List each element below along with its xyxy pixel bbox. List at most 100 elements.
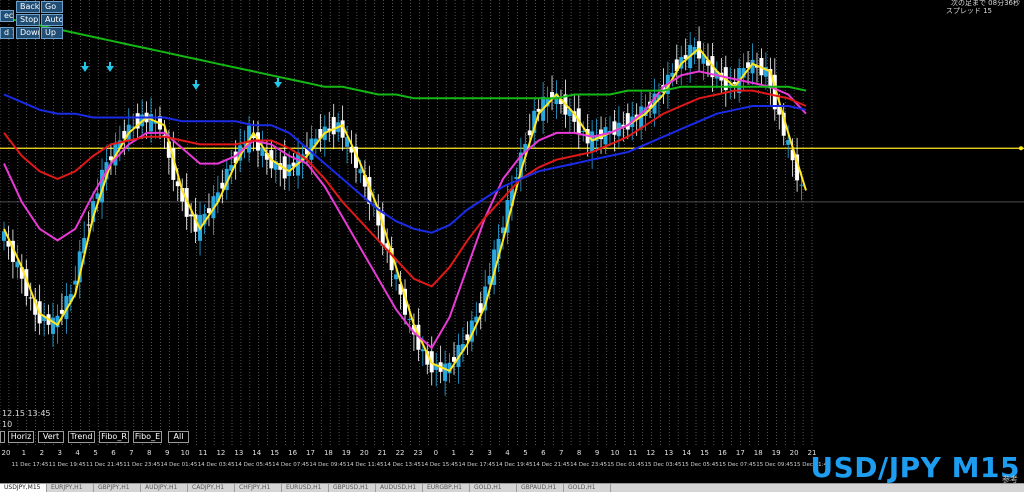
hour-tick-label: 4 bbox=[75, 449, 80, 457]
candle-body bbox=[612, 121, 617, 135]
hour-tick-label: 5 bbox=[523, 449, 527, 457]
auto-button[interactable]: Auto bbox=[41, 14, 63, 26]
candle-body bbox=[625, 113, 630, 130]
hour-tick-label: 19 bbox=[772, 449, 781, 457]
current-date-label: 12.15 13:45 bbox=[2, 409, 51, 418]
chart-tab[interactable]: GBPUSD,H1 bbox=[329, 484, 376, 492]
time-tick-label: 14 Dec 03:45 bbox=[198, 462, 235, 468]
vert-tool-button[interactable]: Vert bbox=[38, 431, 64, 443]
hour-tick-label: 12 bbox=[216, 449, 225, 457]
all-tool-button[interactable]: All bbox=[168, 431, 189, 443]
candle-body bbox=[407, 319, 412, 321]
candle-body bbox=[28, 297, 33, 299]
chart-tab[interactable]: AUDUSD,H1 bbox=[376, 484, 423, 492]
hour-tick-label: 21 bbox=[378, 449, 387, 457]
hour-tick-label: 13 bbox=[664, 449, 673, 457]
chart-tab[interactable]: GBPAUD,H1 bbox=[517, 484, 564, 492]
time-tick-label: 14 Dec 19:45 bbox=[496, 462, 533, 468]
hour-tick-label: 20 bbox=[360, 449, 369, 457]
hour-tick-label: 2 bbox=[469, 449, 473, 457]
hour-tick-label: 9 bbox=[165, 449, 169, 457]
hour-tick-label: 9 bbox=[595, 449, 599, 457]
hour-tick-label: 23 bbox=[413, 449, 422, 457]
time-tick-label: 15 Dec 03:45 bbox=[645, 462, 682, 468]
hour-tick-label: 17 bbox=[736, 449, 745, 457]
candle-body bbox=[799, 184, 804, 186]
hour-tick-label: 10 bbox=[611, 449, 620, 457]
time-tick-label: 11 Dec 19:45 bbox=[49, 462, 86, 468]
hour-tick-label: 20 bbox=[2, 449, 11, 457]
hour-tick-label: 15 bbox=[700, 449, 709, 457]
time-tick-label: 14 Dec 15:45 bbox=[421, 462, 458, 468]
hour-tick-label: 12 bbox=[646, 449, 655, 457]
time-tick-label: 14 Dec 05:45 bbox=[235, 462, 272, 468]
chart-tab[interactable]: EURGBP,H1 bbox=[423, 484, 470, 492]
hour-tick-label: 7 bbox=[129, 449, 133, 457]
time-tick-label: 11 Dec 17:45 bbox=[12, 462, 49, 468]
time-tick-label: 11 Dec 21:45 bbox=[86, 462, 123, 468]
time-tick-label: 14 Dec 23:45 bbox=[570, 462, 607, 468]
hour-tick-label: 13 bbox=[234, 449, 243, 457]
time-tick-label: 14 Dec 01:45 bbox=[160, 462, 197, 468]
hour-tick-label: 6 bbox=[111, 449, 116, 457]
candle-body bbox=[527, 130, 532, 136]
chart-tab[interactable]: GBPJPY,H1 bbox=[94, 484, 141, 492]
hour-tick-label: 3 bbox=[487, 449, 491, 457]
hour-tick-label: 1 bbox=[22, 449, 26, 457]
up-button[interactable]: Up bbox=[41, 27, 63, 39]
stop-button[interactable]: Stop bbox=[16, 14, 40, 26]
hour-tick-label: 1 bbox=[452, 449, 456, 457]
hour-tick-label: 22 bbox=[396, 449, 405, 457]
time-tick-label: 14 Dec 07:45 bbox=[272, 462, 309, 468]
price-chart[interactable]: 20 1 2 3 4 5 6 7 8 9 10 11 12 13 14 15 16 17 18 19 20 21 22 23 0… bbox=[0, 0, 1024, 483]
hour-tick-label: 4 bbox=[505, 449, 510, 457]
count-label: 10 bbox=[2, 420, 13, 429]
time-tick-label: 14 Dec 09:45 bbox=[309, 462, 346, 468]
trend-tool-button[interactable]: Trend bbox=[68, 431, 95, 443]
candle-body bbox=[786, 140, 791, 145]
speed-button[interactable]: d 1 bbox=[0, 27, 14, 39]
fibo-r-tool-button[interactable]: Fibo_R bbox=[99, 431, 129, 443]
hour-tick-label: 15 bbox=[270, 449, 279, 457]
chart-area[interactable]: 20 1 2 3 4 5 6 7 8 9 10 11 12 13 14 15 16 17 18 19 20 21 22 23 0… bbox=[0, 0, 1024, 484]
down-arrow-icon bbox=[81, 62, 89, 72]
time-tick-label: 15 Dec 01:45 bbox=[607, 462, 644, 468]
chart-tab[interactable]: EURUSD,H1 bbox=[282, 484, 329, 492]
chart-tab[interactable]: USDJPY,M15 bbox=[0, 484, 47, 492]
chart-tab[interactable]: GOLD,H1 bbox=[564, 484, 611, 492]
fibo-e-tool-button[interactable]: Fibo_E bbox=[133, 431, 162, 443]
candle-body bbox=[590, 131, 595, 153]
chart-tab[interactable]: GOLD,H1 bbox=[470, 484, 517, 492]
time-tick-label: 14 Dec 13:45 bbox=[384, 462, 421, 468]
select-button[interactable]: ect bbox=[0, 10, 14, 22]
hour-tick-label: 14 bbox=[682, 449, 691, 457]
hour-tick-label: 8 bbox=[147, 449, 151, 457]
horiz-tool-button[interactable]: Horiz bbox=[8, 431, 34, 443]
chart-tab[interactable]: EURJPY,H1 bbox=[47, 484, 94, 492]
down-button[interactable]: Down bbox=[16, 27, 40, 39]
chart-tab[interactable]: AUDJPY,H1 bbox=[141, 484, 188, 492]
chart-tab-bar: USDJPY,M15 EURJPY,H1 GBPJPY,H1 AUDJPY,H1 CAD… bbox=[0, 483, 1024, 492]
time-tick-label: 14 Dec 21:45 bbox=[533, 462, 570, 468]
go-button[interactable]: Go bbox=[41, 1, 63, 13]
candle-body bbox=[443, 363, 448, 381]
candle-body bbox=[331, 117, 336, 135]
down-arrow-icon bbox=[192, 80, 200, 90]
back-button[interactable]: Back bbox=[16, 1, 40, 13]
down-arrow-icon bbox=[274, 78, 282, 88]
level-marker bbox=[1019, 146, 1023, 151]
moving-average-4 bbox=[3, 93, 807, 234]
candle-body bbox=[581, 130, 586, 132]
time-tick-label: 14 Dec 17:45 bbox=[458, 462, 495, 468]
hour-tick-label: 20 bbox=[790, 449, 799, 457]
chart-tab[interactable]: CADJPY,H1 bbox=[188, 484, 235, 492]
time-tick-label: 14 Dec 11:45 bbox=[347, 462, 384, 468]
time-tick-label: 11 Dec 23:45 bbox=[123, 462, 160, 468]
time-tick-label: 15 Dec 09:45 bbox=[756, 462, 793, 468]
symbol-watermark: USD/JPY M15 bbox=[810, 451, 1020, 484]
h-tool-button[interactable] bbox=[0, 431, 5, 443]
candle-body bbox=[514, 177, 519, 179]
hour-tick-label: 11 bbox=[199, 449, 208, 457]
chart-tab[interactable]: CHFJPY,H1 bbox=[235, 484, 282, 492]
hour-tick-label: 2 bbox=[40, 449, 44, 457]
